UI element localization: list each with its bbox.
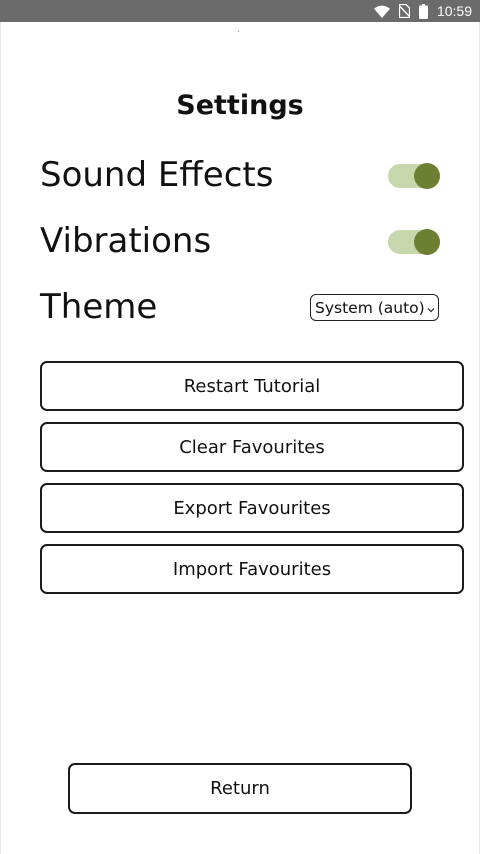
theme-select-value: System (auto) bbox=[315, 298, 425, 317]
stray-pixel bbox=[238, 31, 239, 32]
vibrations-label: Vibrations bbox=[40, 221, 212, 261]
vibrations-toggle[interactable] bbox=[388, 229, 440, 255]
status-time: 10:59 bbox=[436, 3, 472, 19]
page-title: Settings bbox=[176, 90, 304, 121]
export-favourites-button[interactable]: Export Favourites bbox=[40, 483, 464, 533]
no-sim-icon bbox=[398, 4, 410, 18]
toggle-knob bbox=[414, 229, 440, 255]
import-favourites-button[interactable]: Import Favourites bbox=[40, 544, 464, 594]
restart-tutorial-button[interactable]: Restart Tutorial bbox=[40, 361, 464, 411]
theme-select[interactable]: System (auto) bbox=[310, 294, 439, 321]
theme-label: Theme bbox=[40, 287, 158, 327]
sound-effects-label: Sound Effects bbox=[40, 155, 274, 195]
wifi-icon bbox=[373, 5, 390, 18]
chevron-down-icon bbox=[425, 299, 435, 317]
sound-effects-toggle[interactable] bbox=[388, 163, 440, 189]
battery-icon bbox=[418, 3, 428, 19]
status-bar: 10:59 bbox=[0, 0, 480, 22]
status-icons: 10:59 bbox=[373, 2, 472, 20]
settings-screen: 10:59 Settings Sound Effects Vibrations … bbox=[0, 0, 480, 854]
return-button[interactable]: Return bbox=[68, 763, 412, 814]
toggle-knob bbox=[414, 163, 440, 189]
clear-favourites-button[interactable]: Clear Favourites bbox=[40, 422, 464, 472]
frame-edge-left bbox=[0, 22, 1, 854]
